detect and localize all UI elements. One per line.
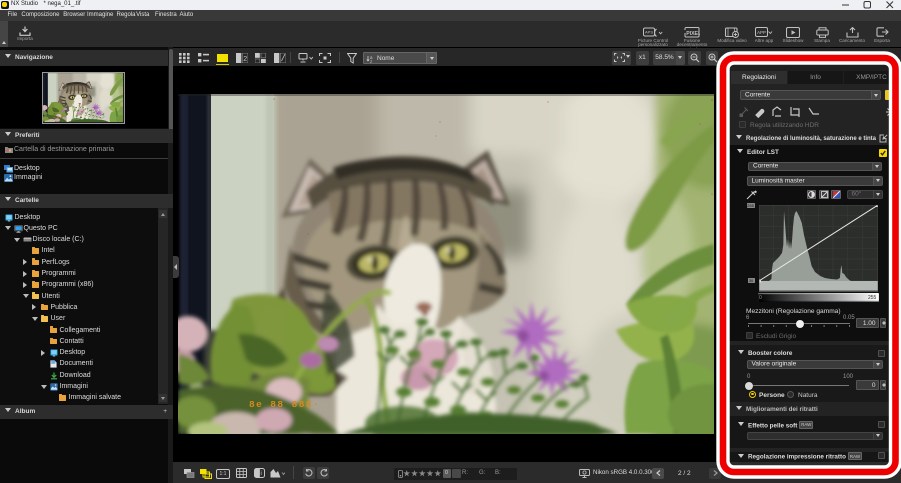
svg-text:APP: APP [757,30,766,35]
svg-text:2: 2 [243,56,247,63]
svg-text:z: z [370,59,373,63]
svg-text:PIXEL: PIXEL [686,31,700,37]
svg-text:i: i [261,471,262,477]
svg-text:8e 88 888·: 8e 88 888· [249,399,320,410]
svg-text:APS: APS [645,30,653,35]
